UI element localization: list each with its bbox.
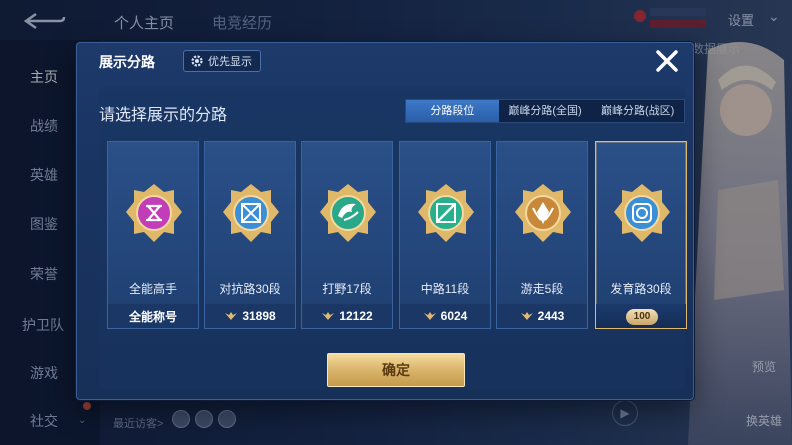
gear-icon — [191, 55, 203, 67]
lane-footer: 全能称号 — [108, 304, 198, 328]
lane-footer: 12122 — [302, 304, 392, 328]
farm-lane-emblem-icon — [614, 184, 670, 242]
lane-card-clash[interactable]: 对抗路30段 31898 — [204, 141, 296, 329]
all-round-emblem-icon — [126, 184, 182, 242]
tab-peak-lane-region[interactable]: 巅峰分路(战区) — [591, 100, 684, 122]
lane-score: 6024 — [440, 309, 468, 323]
lane-footer: 2443 — [497, 304, 587, 328]
lane-card-farm[interactable]: 发育路30段 100 — [595, 141, 687, 329]
wing-icon — [322, 312, 335, 320]
selected-badge: 100 — [626, 309, 658, 325]
lane-display-dialog: 展示分路 优先显示 请选择展示的分路 分路段位 巅峰分路(全国) 巅峰分路(战区… — [76, 42, 694, 400]
lane-tabbar: 分路段位 巅峰分路(全国) 巅峰分路(战区) — [405, 99, 685, 123]
lane-card-jungle[interactable]: 打野17段 12122 — [301, 141, 393, 329]
lane-name: 对抗路30段 — [219, 282, 281, 296]
dialog-header: 展示分路 优先显示 — [77, 43, 693, 77]
lane-card-mid[interactable]: 中路11段 6024 — [399, 141, 491, 329]
lane-card-roam[interactable]: 游走5段 2443 — [496, 141, 588, 329]
roam-emblem-icon — [515, 184, 571, 242]
lane-name: 游走5段 — [520, 282, 564, 296]
wing-icon — [520, 312, 533, 320]
lane-score: 31898 — [242, 309, 276, 323]
mid-lane-emblem-icon — [418, 184, 474, 242]
lane-name: 中路11段 — [420, 282, 470, 296]
lane-score: 2443 — [537, 309, 565, 323]
lane-title-text: 全能称号 — [128, 309, 177, 324]
tab-lane-rank[interactable]: 分路段位 — [406, 100, 499, 122]
priority-display-button[interactable]: 优先显示 — [183, 50, 261, 72]
close-icon[interactable] — [653, 47, 681, 75]
confirm-button[interactable]: 确定 — [327, 353, 465, 387]
wing-icon — [225, 312, 238, 320]
dialog-subtitle: 请选择展示的分路 — [99, 107, 228, 124]
wing-icon — [423, 312, 436, 320]
lane-score: 12122 — [339, 309, 373, 323]
lane-name: 打野17段 — [322, 282, 372, 296]
lane-name: 全能高手 — [128, 282, 177, 296]
jungle-emblem-icon — [320, 184, 376, 242]
lane-footer: 100 — [596, 304, 686, 328]
lane-footer: 31898 — [205, 304, 295, 328]
lane-footer: 6024 — [400, 304, 490, 328]
lane-card-all-round[interactable]: 全能高手 全能称号 — [107, 141, 199, 329]
dialog-title: 展示分路 — [99, 54, 155, 70]
priority-display-label: 优先显示 — [208, 56, 252, 68]
clash-lane-emblem-icon — [223, 184, 279, 242]
tab-peak-lane-national[interactable]: 巅峰分路(全国) — [499, 100, 592, 122]
lane-card-list: 全能高手 全能称号 对抗路30段 31898 打野17段 12122 中路11段… — [107, 141, 689, 329]
lane-name: 发育路30段 — [610, 282, 672, 296]
